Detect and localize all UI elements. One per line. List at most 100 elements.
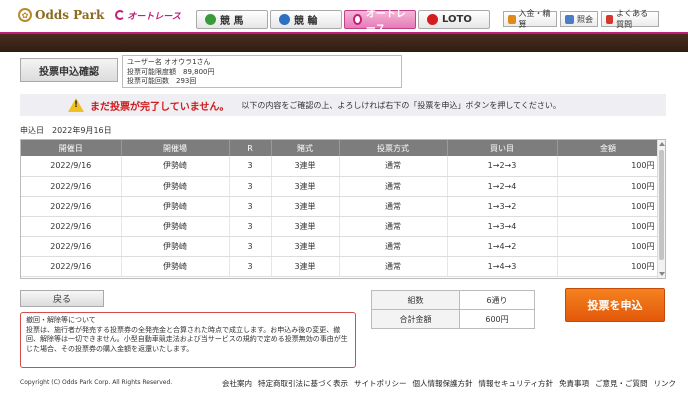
warning-title: まだ投票が完了していません。: [90, 101, 230, 113]
footer-link-company[interactable]: 会社案内: [222, 378, 252, 389]
cell-amount: 100円: [557, 156, 660, 177]
page-title: 投票申込確認: [20, 58, 118, 82]
faq-button[interactable]: よくある質問: [601, 9, 659, 29]
tab-autorace[interactable]: オートレース: [344, 9, 416, 35]
cell-method: 通常: [339, 156, 448, 177]
cell-method: 通常: [339, 176, 448, 197]
col-method-header: 投票方式: [339, 140, 448, 156]
footer-link-commercial-law[interactable]: 特定商取引法に基づく表示: [258, 378, 348, 389]
cell-method: 通常: [339, 256, 448, 277]
footer-link-site-policy[interactable]: サイトポリシー: [354, 378, 407, 389]
bet-table: 開催日 開催場 R 賭式 投票方式 買い目 金額 2022/9/16 伊勢崎 3…: [20, 139, 666, 279]
table-row: 2022/9/16 伊勢崎 3 3連単 通常 1→2→3 100円: [21, 156, 660, 177]
autorace-logo: オートレース: [115, 9, 181, 22]
cell-date: 2022/9/16: [21, 196, 122, 217]
cell-bettype: 3連単: [271, 216, 340, 237]
footer-link-disclaimer[interactable]: 免責事項: [559, 378, 589, 389]
tab-keiba[interactable]: 競 馬: [196, 10, 268, 29]
cancellation-notice: 撤回・解除等について 投票は、施行者が発売する投票券の全発売金と合算された時点で…: [20, 312, 356, 368]
cell-bettype: 3連単: [271, 176, 340, 197]
warning-icon: [68, 98, 84, 112]
submit-bet-button[interactable]: 投票を申込: [565, 288, 665, 322]
cell-venue: 伊勢崎: [121, 176, 230, 197]
summary-count-row: 組数 6通り: [371, 290, 535, 310]
col-date-header: 開催日: [21, 140, 122, 156]
col-amount-header: 金額: [557, 140, 660, 156]
tab-loto-label: LOTO: [442, 14, 472, 25]
summary-total-row: 合計金額 600円: [371, 309, 535, 329]
notice-body: 投票は、施行者が発売する投票券の全発売金と合算された時点で成立します。お申込み後…: [26, 325, 348, 353]
footer-link-security[interactable]: 情報セキュリティ方針: [479, 378, 554, 389]
site-header: ✿ Odds Park オートレース 競 馬 競 輪 オートレース LOTO 入…: [0, 0, 688, 35]
cell-date: 2022/9/16: [21, 256, 122, 277]
loto-icon: [427, 14, 438, 25]
scroll-down-arrow-icon[interactable]: [659, 272, 665, 276]
cell-selection: 1→3→2: [447, 196, 558, 217]
autorace-icon: [353, 14, 362, 25]
col-selection-header: 買い目: [447, 140, 558, 156]
footer-link-links[interactable]: リンク: [654, 378, 677, 389]
cell-venue: 伊勢崎: [121, 216, 230, 237]
tab-loto[interactable]: LOTO: [418, 10, 490, 29]
tab-keirin[interactable]: 競 輪: [270, 10, 342, 29]
user-name: ユーザー名 オオウラ1さん: [127, 58, 211, 66]
cell-selection: 1→3→4: [447, 216, 558, 237]
warning-banner: まだ投票が完了していません。 以下の内容をご確認の上、よろしければ右下の「投票を…: [20, 94, 666, 116]
table-row: 2022/9/16 伊勢崎 3 3連単 通常 1→4→3 100円: [21, 256, 660, 277]
summary-count-label: 組数: [371, 290, 460, 310]
cell-selection: 1→4→2: [447, 236, 558, 257]
summary-total-label: 合計金額: [371, 309, 460, 329]
cell-race: 3: [229, 176, 272, 197]
cell-amount: 100円: [557, 256, 660, 277]
deposit-button[interactable]: 入金・精算: [503, 9, 557, 29]
table-scrollbar[interactable]: [657, 140, 665, 278]
back-button[interactable]: 戻る: [20, 290, 104, 307]
user-info-box: ユーザー名 オオウラ1さん 投票可能限度額 89,800円 投票可能回数 293…: [122, 55, 402, 88]
footer-link-contact[interactable]: ご意見・ご質問: [595, 378, 648, 389]
inquiry-label: 照会: [577, 14, 593, 24]
cell-date: 2022/9/16: [21, 236, 122, 257]
logo-text: Odds Park: [35, 8, 105, 22]
oddspark-logo[interactable]: ✿ Odds Park オートレース: [18, 8, 181, 22]
table-row: 2022/9/16 伊勢崎 3 3連単 通常 1→4→2 100円: [21, 236, 660, 257]
scroll-thumb[interactable]: [659, 150, 664, 260]
question-icon: [606, 14, 614, 24]
inquiry-button[interactable]: 照会: [560, 11, 598, 27]
bet-summary: 組数 6通り 合計金額 600円: [371, 290, 535, 329]
cell-date: 2022/9/16: [21, 156, 122, 177]
footer-link-privacy[interactable]: 個人情報保護方針: [413, 378, 473, 389]
cell-bettype: 3連単: [271, 236, 340, 257]
cell-amount: 100円: [557, 196, 660, 217]
cell-bettype: 3連単: [271, 256, 340, 277]
tab-keirin-label: 競 輪: [294, 16, 318, 27]
autorace-swirl-icon: [115, 10, 126, 20]
footer-links: 会社案内 特定商取引法に基づく表示 サイトポリシー 個人情報保護方針 情報セキュ…: [222, 378, 676, 389]
document-icon: [565, 14, 574, 24]
cell-venue: 伊勢崎: [121, 196, 230, 217]
autorace-logo-text: オートレース: [127, 11, 181, 22]
utility-links: 入金・精算 照会 よくある質問: [503, 9, 659, 29]
cell-bettype: 3連単: [271, 156, 340, 177]
table-row: 2022/9/16 伊勢崎 3 3連単 通常 1→2→4 100円: [21, 176, 660, 197]
cell-venue: 伊勢崎: [121, 236, 230, 257]
cell-amount: 100円: [557, 176, 660, 197]
cell-race: 3: [229, 196, 272, 217]
cell-race: 3: [229, 236, 272, 257]
table-header-row: 開催日 開催場 R 賭式 投票方式 買い目 金額: [21, 140, 660, 156]
copyright: Copyright (C) Odds Park Corp. All Rights…: [20, 379, 173, 386]
cell-date: 2022/9/16: [21, 176, 122, 197]
logo-mark-icon: ✿: [18, 8, 32, 22]
col-bettype-header: 賭式: [271, 140, 340, 156]
scroll-up-arrow-icon[interactable]: [659, 142, 665, 146]
tab-autorace-label: オートレース: [365, 8, 406, 35]
cell-method: 通常: [339, 216, 448, 237]
category-tabs: 競 馬 競 輪 オートレース LOTO: [196, 9, 490, 35]
bet-limit: 投票可能限度額 89,800円: [127, 67, 215, 76]
bicycle-icon: [279, 14, 290, 25]
cell-race: 3: [229, 216, 272, 237]
cell-selection: 1→2→3: [447, 156, 558, 177]
cell-venue: 伊勢崎: [121, 256, 230, 277]
notice-title: 撤回・解除等について: [26, 316, 96, 324]
cell-method: 通常: [339, 236, 448, 257]
table-row: 2022/9/16 伊勢崎 3 3連単 通常 1→3→4 100円: [21, 216, 660, 237]
